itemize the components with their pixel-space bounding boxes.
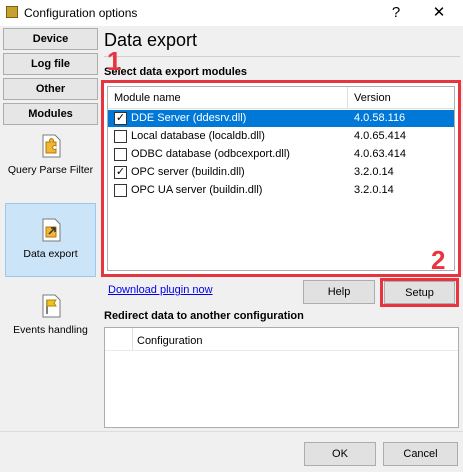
modules-list[interactable]: Module name Version ✓ DDE Server (ddesrv.… <box>107 86 455 271</box>
column-header-version[interactable]: Version <box>354 92 391 104</box>
app-icon <box>6 6 18 18</box>
column-header-configuration[interactable]: Configuration <box>137 335 202 347</box>
module-checkbox[interactable]: ✓ <box>114 166 127 179</box>
setup-button[interactable]: Setup <box>384 281 455 304</box>
nav-modules-button[interactable]: Modules <box>3 103 98 125</box>
module-checkbox[interactable] <box>114 130 127 143</box>
setup-button-highlight: Setup <box>380 278 459 307</box>
download-plugin-link[interactable]: Download plugin now <box>108 284 213 296</box>
nav-log-file-button[interactable]: Log file <box>3 53 98 75</box>
flag-icon <box>40 294 62 318</box>
column-divider <box>132 328 133 350</box>
column-divider <box>347 87 348 109</box>
module-version: 3.2.0.14 <box>354 184 394 196</box>
module-row[interactable]: ODBC database (odbcexport.dll) 4.0.63.414 <box>108 146 454 163</box>
annotation-number-2: 2 <box>431 245 446 275</box>
module-name: DDE Server (ddesrv.dll) <box>131 112 247 124</box>
modules-list-header: Module name Version <box>108 87 454 109</box>
help-icon[interactable]: ? <box>384 2 408 24</box>
module-checkbox[interactable] <box>114 148 127 161</box>
column-header-module-name[interactable]: Module name <box>114 92 181 104</box>
nav-tile-label: Events handling <box>13 324 88 336</box>
export-icon <box>40 218 62 242</box>
module-row[interactable]: ✓ DDE Server (ddesrv.dll) 4.0.58.116 <box>108 110 454 127</box>
module-checkbox[interactable] <box>114 184 127 197</box>
module-name: Local database (localdb.dll) <box>131 130 265 142</box>
nav-device-button[interactable]: Device <box>3 28 98 50</box>
module-row[interactable]: OPC UA server (buildin.dll) 3.2.0.14 <box>108 182 454 199</box>
cancel-button[interactable]: Cancel <box>383 442 458 466</box>
ok-button[interactable]: OK <box>304 442 376 466</box>
header-divider <box>105 350 458 351</box>
annotation-number-1: 1 <box>107 46 122 76</box>
module-checkbox[interactable]: ✓ <box>114 112 127 125</box>
puzzle-icon <box>40 134 62 158</box>
modules-list-highlight: Module name Version ✓ DDE Server (ddesrv.… <box>101 80 461 277</box>
dialog-footer: OK Cancel <box>0 431 463 472</box>
module-version: 4.0.63.414 <box>354 148 406 160</box>
redirect-label: Redirect data to another configuration <box>104 310 304 322</box>
nav-query-parse-filter[interactable]: Query Parse Filter <box>5 134 96 200</box>
module-name: ODBC database (odbcexport.dll) <box>131 148 290 160</box>
nav-other-button[interactable]: Other <box>3 78 98 100</box>
modules-group-label: Select data export modules <box>104 66 248 78</box>
module-name: OPC UA server (buildin.dll) <box>131 184 263 196</box>
window-title: Configuration options <box>24 6 138 20</box>
sidebar: Device Log file Other Modules Query Pars… <box>0 26 101 431</box>
nav-tile-label: Query Parse Filter <box>7 164 94 176</box>
module-version: 3.2.0.14 <box>354 166 394 178</box>
module-row[interactable]: ✓ OPC server (buildin.dll) 3.2.0.14 <box>108 164 454 181</box>
title-bar: Configuration options ? ✕ <box>0 0 463 26</box>
nav-data-export[interactable]: Data export <box>5 203 96 277</box>
module-name: OPC server (buildin.dll) <box>131 166 245 178</box>
module-version: 4.0.58.116 <box>354 112 406 124</box>
help-button[interactable]: Help <box>303 280 375 304</box>
title-divider <box>104 56 460 57</box>
configuration-list[interactable]: Configuration <box>104 327 459 428</box>
nav-tile-label: Data export <box>23 248 78 260</box>
nav-events-handling[interactable]: Events handling <box>5 294 96 344</box>
close-icon[interactable]: ✕ <box>426 2 452 24</box>
module-version: 4.0.65.414 <box>354 130 406 142</box>
module-row[interactable]: Local database (localdb.dll) 4.0.65.414 <box>108 128 454 145</box>
